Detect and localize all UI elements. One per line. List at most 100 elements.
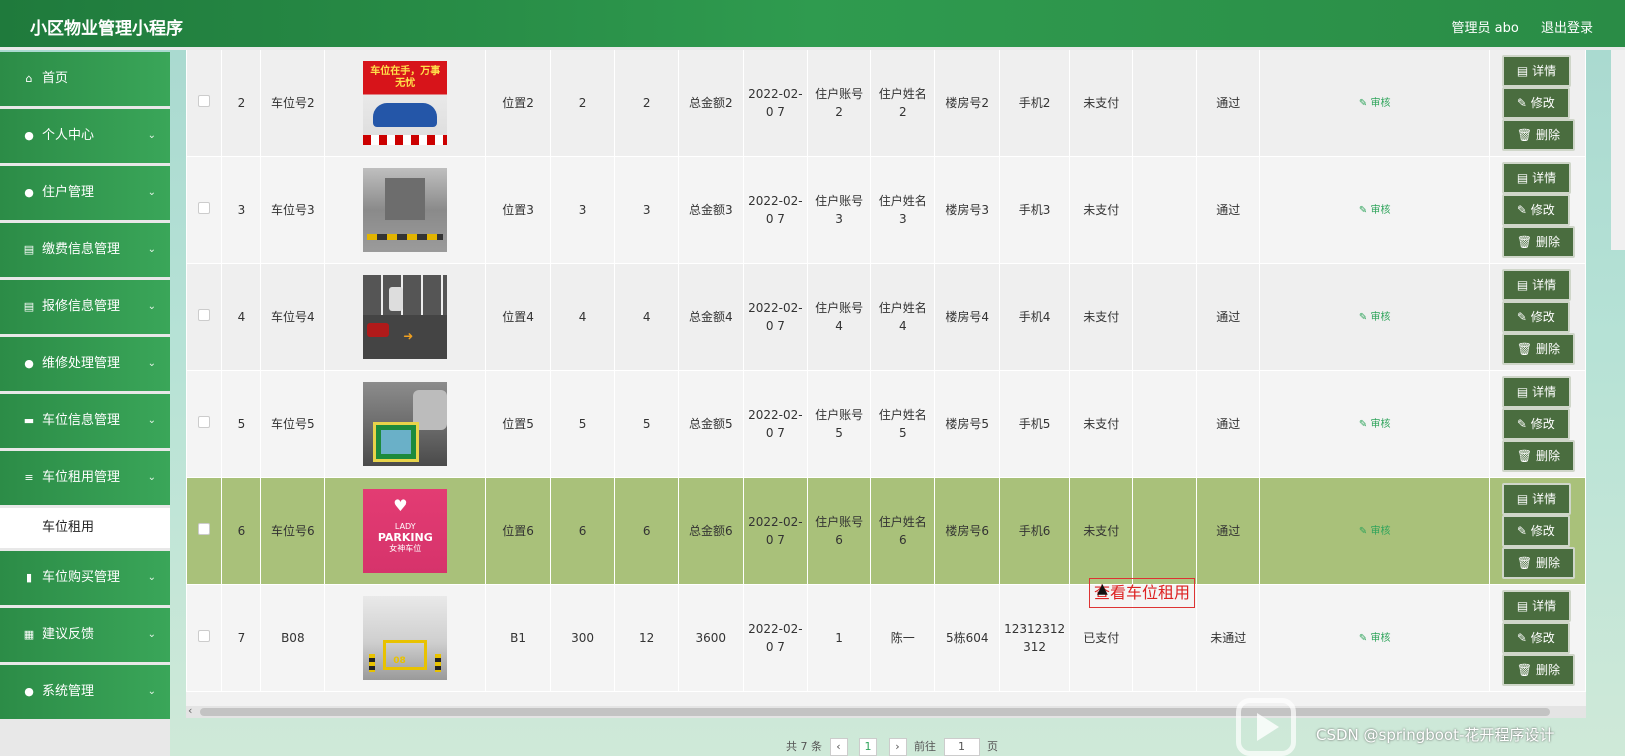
sidebar-item[interactable]: ▤ 缴费信息管理 ⌄ [0,223,170,277]
edit-button[interactable]: ✎ 修改 [1501,515,1570,547]
detail-button[interactable]: ▤ 详情 [1501,590,1572,622]
table-row[interactable]: 7 B08 08 B1 300 12 3600 2022-02-0 7 1 陈一 5栋604 1231… [186,584,1586,692]
sidebar-item[interactable]: ▤ 报修信息管理 ⌄ [0,280,170,334]
app-title: 小区物业管理小程序 [30,19,183,39]
sidebar-item[interactable]: ▮ 车位购买管理 ⌄ [0,551,170,605]
space-number: 车位号2 [260,49,326,157]
page-number[interactable]: 1 [859,738,877,756]
chevron-down-icon: ⌄ [147,472,156,483]
admin-user[interactable]: 管理员 abo [1452,21,1519,36]
sidebar-item[interactable]: ● 个人中心 ⌄ [0,109,170,163]
sidebar-item-label: 车位购买管理 [42,570,121,585]
table-row[interactable]: 3 车位号3 位置3 3 3 总金额3 2022-02-0 7 住户账号 3 住户姓名 3 楼房号… [186,156,1586,264]
row-index: 7 [221,584,262,692]
rental-date: 2022-02-0 7 [742,156,808,264]
detail-button[interactable]: ▤ 详情 [1501,55,1572,87]
edit-icon: ✎ [1516,310,1531,324]
row-checkbox[interactable] [198,309,211,321]
pagination: 共 7 条 ‹ 1 › 前往 1 页 [786,738,998,756]
row-checkbox[interactable] [198,416,211,428]
row-index: 2 [221,49,262,157]
edit-button[interactable]: ✎ 修改 [1501,622,1570,654]
detail-button[interactable]: ▤ 详情 [1501,162,1572,194]
sidebar-subitem-parking-rental[interactable]: 车位租用 [0,508,170,548]
audit-link[interactable]: ✎ 审核 [1359,526,1391,537]
prev-page-button[interactable]: ‹ [829,738,848,756]
resident-name: 住户姓名 6 [870,477,936,585]
audit-link[interactable]: ✎ 审核 [1359,205,1391,216]
location-icon: ● [24,186,34,199]
phone: 12312312 312 [999,584,1071,692]
delete-button[interactable]: 🗑 删除 [1501,440,1575,472]
resident-name: 住户姓名 2 [870,49,936,157]
edit-button[interactable]: ✎ 修改 [1501,301,1570,333]
chevron-down-icon: ⌄ [147,301,156,312]
delete-button[interactable]: 🗑 删除 [1501,119,1575,151]
sidebar-item[interactable]: ⌂ 首页 [0,52,170,106]
scroll-left-icon[interactable]: ‹ [188,704,192,717]
sidebar-item-label: 维修处理管理 [42,356,121,371]
total-count: 共 7 条 [786,740,822,753]
table-row[interactable]: 2 车位号2 车位在手，万事无忧 位置2 2 2 总金额2 2022-02-0 7 住户账号 2… [186,49,1586,157]
sidebar-item[interactable]: ▬ 车位信息管理 ⌄ [0,394,170,448]
rental-date: 2022-02-0 7 [742,477,808,585]
trash-icon: 🗑 [1516,663,1536,677]
payment-status: 未支付 [1069,477,1134,585]
total-amount: 总金额3 [677,156,744,264]
sidebar-item[interactable]: ● 系统管理 ⌄ [0,665,170,719]
resident-name: 陈一 [870,584,936,692]
rental-date: 2022-02-0 7 [742,584,808,692]
next-page-button[interactable]: › [888,738,907,756]
goto-page-input[interactable]: 1 [943,738,980,756]
total-amount: 总金额6 [677,477,744,585]
chevron-down-icon: ⌄ [147,130,156,141]
delete-button[interactable]: 🗑 删除 [1501,226,1575,258]
user-icon: ● [24,129,34,142]
edit-button[interactable]: ✎ 修改 [1501,87,1570,119]
header-user-area: 管理员 abo 退出登录 [1434,17,1593,36]
value-1: 3 [549,156,616,264]
edit-button[interactable]: ✎ 修改 [1501,408,1570,440]
delete-button[interactable]: 🗑 删除 [1501,333,1575,365]
space-number: 车位号3 [260,156,326,264]
audit-link[interactable]: ✎ 审核 [1359,633,1391,644]
sidebar-item[interactable]: ● 住户管理 ⌄ [0,166,170,220]
value-1: 6 [549,477,616,585]
sliders-icon: ≡ [24,471,34,484]
row-checkbox[interactable] [198,523,211,535]
table-row[interactable]: 6 车位号6 ♥ LADY PARKING 女神车位 位置6 6 6 总金额6 2022-02-0 … [186,477,1586,585]
delete-button[interactable]: 🗑 删除 [1501,547,1575,579]
sidebar-item[interactable]: ▦ 建议反馈 ⌄ [0,608,170,662]
detail-button[interactable]: ▤ 详情 [1501,483,1572,515]
delete-button[interactable]: 🗑 删除 [1501,654,1575,686]
row-checkbox[interactable] [198,202,211,214]
sidebar-item[interactable]: ≡ 车位租用管理 ⌄ [0,451,170,505]
row-checkbox[interactable] [198,630,211,642]
sidebar-item[interactable]: ● 维修处理管理 ⌄ [0,337,170,391]
table-row[interactable]: 4 车位号4 ➜ 位置4 4 4 总金额4 2022-02-0 7 住户账号 4 住户姓名 4 楼房… [186,263,1586,371]
parking-photo: 车位在手，万事无忧 [363,61,448,145]
horizontal-scrollbar[interactable]: ‹ [186,704,1586,718]
audit-link[interactable]: ✎ 审核 [1359,419,1391,430]
phone: 手机4 [999,263,1071,371]
detail-button[interactable]: ▤ 详情 [1501,376,1572,408]
edit-button[interactable]: ✎ 修改 [1501,194,1570,226]
resident-name: 住户姓名 4 [870,263,936,371]
edit-icon: ✎ [1516,417,1531,431]
trash-icon: 🗑 [1516,556,1536,570]
value-2: 4 [614,263,679,371]
space-number: 车位号5 [260,370,326,478]
space-number: B08 [260,584,326,692]
value-1: 2 [549,49,616,157]
scrollbar-thumb[interactable] [200,708,1550,716]
resident-account: 住户账号 6 [806,477,872,585]
audit-link[interactable]: ✎ 审核 [1359,312,1391,323]
value-2: 5 [614,370,679,478]
audit-link[interactable]: ✎ 审核 [1359,98,1391,109]
payment-status: 未支付 [1069,156,1134,264]
row-checkbox[interactable] [198,95,211,107]
vertical-scrollbar[interactable] [1611,50,1625,250]
logout-button[interactable]: 退出登录 [1541,21,1593,36]
table-row[interactable]: 5 车位号5 位置5 5 5 总金额5 2022-02-0 7 住户账号 5 住户姓名 5 楼房号… [186,370,1586,478]
detail-button[interactable]: ▤ 详情 [1501,269,1572,301]
